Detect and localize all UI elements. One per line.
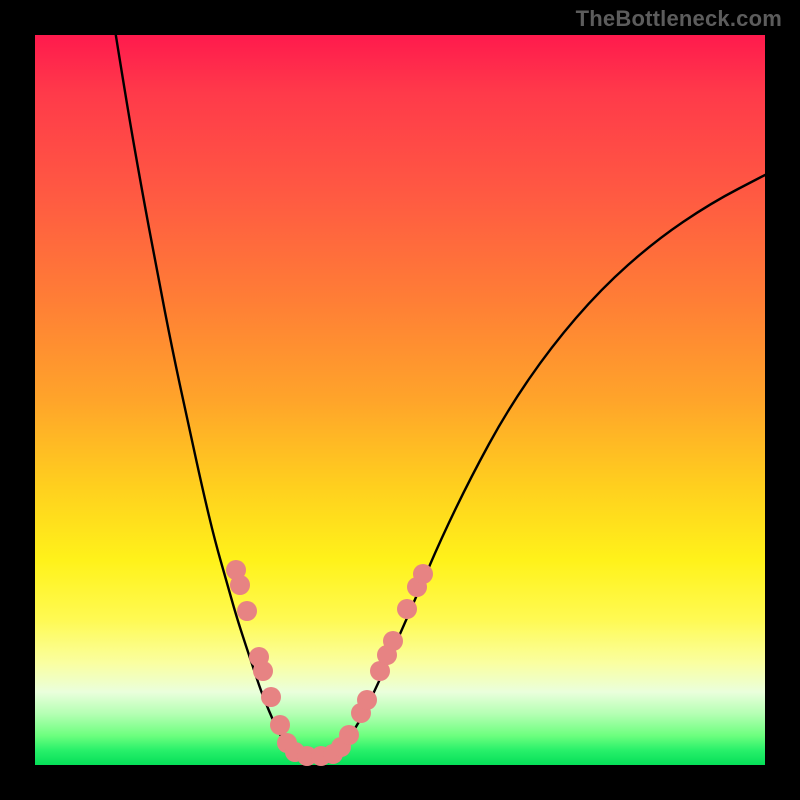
highlight-dot	[270, 715, 290, 735]
chart-frame: TheBottleneck.com	[0, 0, 800, 800]
curve-right-branch	[335, 175, 765, 753]
highlight-dot	[253, 661, 273, 681]
curve-left-branch	[115, 30, 293, 751]
highlight-dot	[237, 601, 257, 621]
highlight-dot	[261, 687, 281, 707]
highlight-dot	[230, 575, 250, 595]
plot-area	[35, 35, 765, 765]
highlight-dot	[339, 725, 359, 745]
chart-svg	[35, 35, 765, 765]
highlight-dots-group	[226, 560, 433, 766]
highlight-dot	[383, 631, 403, 651]
highlight-dot	[397, 599, 417, 619]
highlight-dot	[413, 564, 433, 584]
watermark-text: TheBottleneck.com	[576, 6, 782, 32]
highlight-dot	[357, 690, 377, 710]
